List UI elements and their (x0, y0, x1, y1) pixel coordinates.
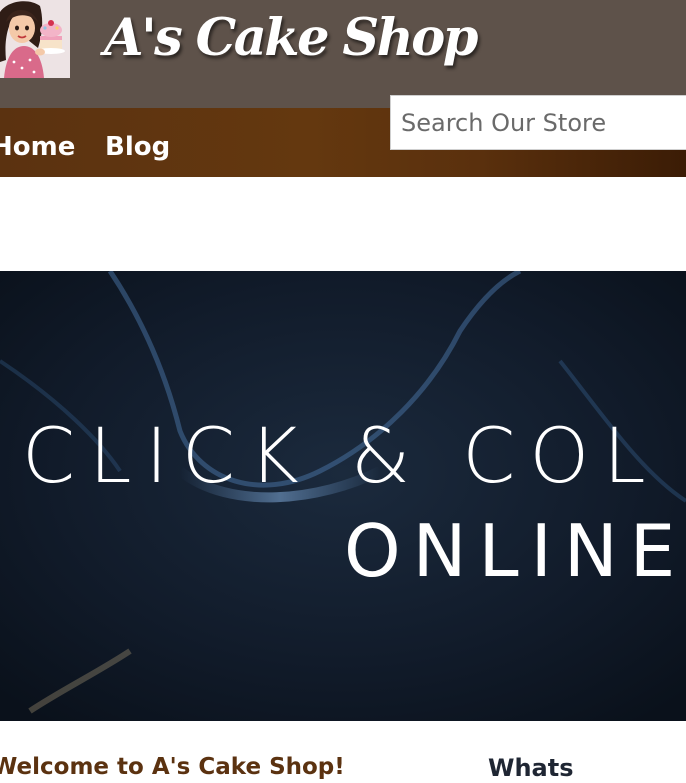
nav-item-home[interactable]: Home (0, 129, 75, 165)
logo-link[interactable] (0, 0, 70, 78)
baker-girl-logo-icon (0, 0, 70, 78)
welcome-heading: Welcome to A's Cake Shop! (0, 754, 345, 780)
site-header: A's Cake Shop (0, 0, 686, 108)
hero-banner[interactable]: CLICK & COL ONLINE (0, 271, 686, 721)
nav-item-blog[interactable]: Blog (105, 129, 170, 165)
search-box (390, 95, 686, 150)
search-input[interactable] (391, 96, 686, 149)
banner-headline: CLICK & COL (22, 411, 660, 500)
banner-subheadline: ONLINE (344, 509, 686, 593)
site-title[interactable]: A's Cake Shop (104, 2, 478, 74)
